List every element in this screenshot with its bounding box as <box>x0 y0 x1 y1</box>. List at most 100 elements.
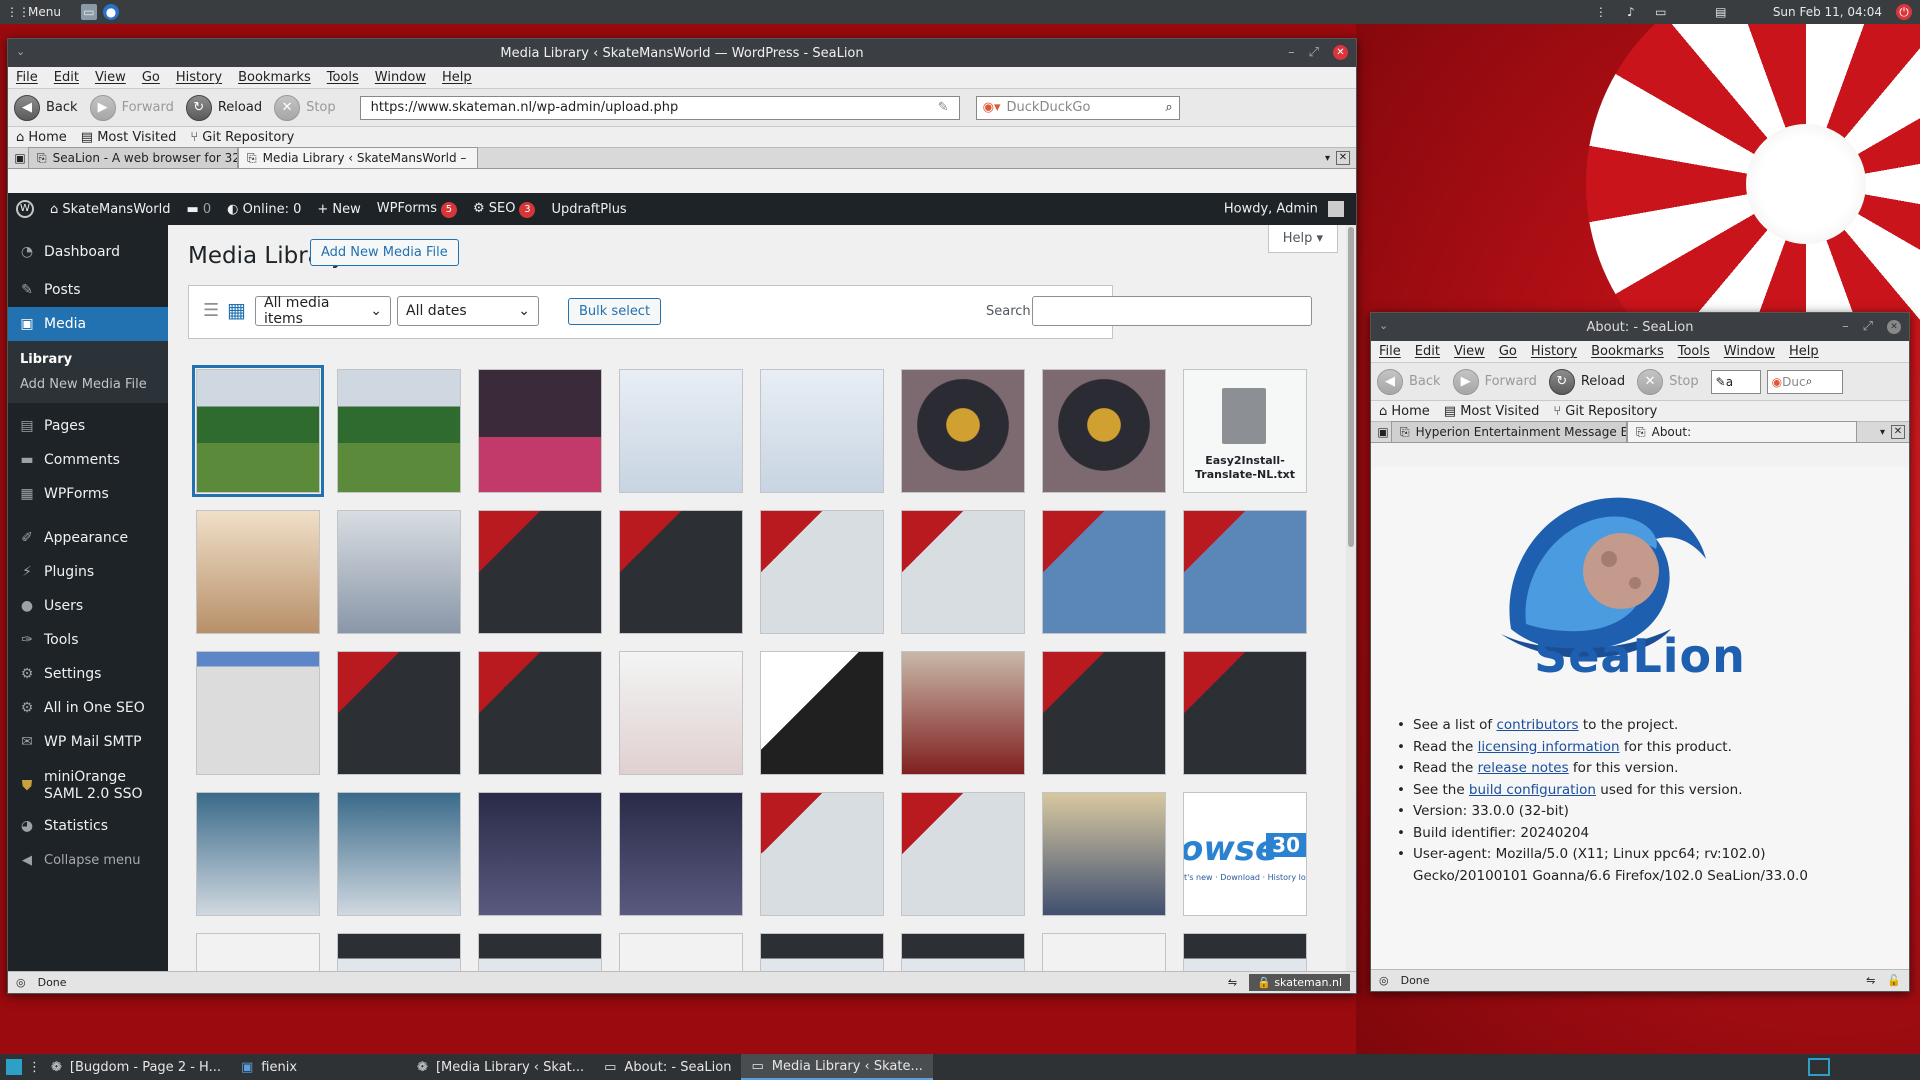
sidebar-item-aioseo[interactable]: ⚙ All in One SEO <box>8 691 168 725</box>
media-thumbnail[interactable] <box>619 651 743 775</box>
tab-sealion[interactable]: ⎘ SeaLion - A web browser for 32-bit P <box>28 147 238 168</box>
tab-list-chevron-icon[interactable]: ▾ <box>1880 427 1885 438</box>
sidebar-item-users[interactable]: ● Users <box>8 589 168 623</box>
scrollbar[interactable] <box>1346 225 1356 971</box>
stop-button[interactable]: ✕ Stop <box>274 94 342 121</box>
list-view-icon[interactable]: ☰ <box>203 300 219 321</box>
media-thumbnail[interactable] <box>478 369 602 493</box>
about-titlebar[interactable]: ⌄ About: - SeaLion – ⤢ ✕ <box>1371 313 1909 341</box>
notification-icon[interactable]: ▤ <box>1713 4 1729 20</box>
media-thumbnail[interactable] <box>619 792 743 916</box>
media-thumbnail[interactable] <box>619 933 743 971</box>
search-bar[interactable]: ◉▾ DuckDuckGo ⌕ <box>975 95 1180 120</box>
volume-icon[interactable]: ♪ <box>1623 4 1639 20</box>
adminbar-seo[interactable]: ⚙ SEO 3 <box>473 201 536 218</box>
submenu-add-new[interactable]: Add New Media File <box>8 372 168 397</box>
menu-file[interactable]: File <box>16 70 38 85</box>
media-thumbnail[interactable] <box>1042 369 1166 493</box>
bookmark-git-repository[interactable]: ⑂ Git Repository <box>1553 404 1657 419</box>
media-thumbnail[interactable] <box>901 369 1025 493</box>
sidebar-item-posts[interactable]: ✎ Posts <box>8 273 168 307</box>
media-thumbnail[interactable] <box>760 510 884 634</box>
menu-label[interactable]: Menu <box>28 5 61 19</box>
media-type-filter[interactable]: All media items ⌄ <box>255 295 391 327</box>
about-search-bar[interactable]: ◉ Duc ⌕ <box>1766 369 1843 394</box>
scrollbar-thumb[interactable] <box>1348 227 1354 547</box>
bookmark-git-repository[interactable]: ⑂ Git Repository <box>190 130 294 145</box>
collapse-menu[interactable]: ◀ Collapse menu <box>8 843 168 877</box>
grid-view-icon[interactable]: ▦ <box>227 298 246 322</box>
media-thumbnail[interactable] <box>901 510 1025 634</box>
bookmark-home[interactable]: ⌂ Home <box>1379 404 1430 419</box>
media-thumbnail[interactable] <box>1183 933 1307 971</box>
tab-hyperion[interactable]: ⎘ Hyperion Entertainment Message E <box>1391 421 1627 442</box>
window-menu-chevron-icon[interactable]: ⌄ <box>1379 319 1388 332</box>
menu-view[interactable]: View <box>1454 344 1485 359</box>
media-thumbnail[interactable] <box>760 369 884 493</box>
adminbar-howdy[interactable]: Howdy, Admin <box>1224 201 1344 217</box>
media-thumbnail[interactable] <box>1042 792 1166 916</box>
media-thumbnail[interactable] <box>196 651 320 775</box>
about-link[interactable]: release notes <box>1478 760 1569 776</box>
taskbar-item-about[interactable]: ▭ About: - SeaLion <box>594 1054 741 1080</box>
date-filter[interactable]: All dates ⌄ <box>397 296 539 326</box>
adminbar-comments[interactable]: ▬ 0 <box>186 202 211 217</box>
power-icon[interactable]: ⏻ <box>1896 4 1912 20</box>
about-url-bar[interactable]: ✎ a <box>1710 369 1761 394</box>
adminbar-online[interactable]: ◐ Online: 0 <box>227 202 301 217</box>
tab-about[interactable]: ⎘ About: <box>1627 421 1857 442</box>
taskbar-item-bugdom[interactable]: ❁ [Bugdom - Page 2 - H... <box>41 1054 231 1080</box>
media-thumbnail[interactable] <box>337 369 461 493</box>
sidebar-item-dashboard[interactable]: ◔ Dashboard <box>8 235 168 269</box>
media-thumbnail[interactable] <box>619 510 743 634</box>
adminbar-updraftplus[interactable]: UpdraftPlus <box>551 202 626 217</box>
media-thumbnail[interactable] <box>337 510 461 634</box>
sidebar-item-plugins[interactable]: ⚡ Plugins <box>8 555 168 589</box>
taskbar-item-media-library[interactable]: ▭ Media Library ‹ Skate... <box>741 1054 933 1080</box>
sidebar-item-wpforms[interactable]: ▦ WPForms <box>8 477 168 511</box>
forward-button[interactable]: ▶ Forward <box>89 94 180 121</box>
menu-go[interactable]: Go <box>1499 344 1517 359</box>
new-tab-icon[interactable]: ▣ <box>1375 424 1391 440</box>
about-link[interactable]: contributors <box>1496 717 1578 733</box>
new-tab-icon[interactable]: ▣ <box>12 150 28 166</box>
help-button[interactable]: Help ▾ <box>1267 225 1338 253</box>
tab-close-icon[interactable]: ✕ <box>1891 425 1905 439</box>
menu-tools[interactable]: Tools <box>327 70 359 85</box>
maximize-icon[interactable]: ⤢ <box>1863 319 1873 334</box>
sidebar-item-statistics[interactable]: ◕ Statistics <box>8 809 168 843</box>
menu-edit[interactable]: Edit <box>1415 344 1440 359</box>
menu-view[interactable]: View <box>95 70 126 85</box>
media-thumbnail[interactable] <box>1042 933 1166 971</box>
maximize-icon[interactable]: ⤢ <box>1309 45 1319 60</box>
submenu-library[interactable]: Library <box>8 347 168 372</box>
back-button[interactable]: ◀ Back <box>14 94 84 121</box>
reload-button[interactable]: ↻ Reload <box>185 94 268 121</box>
media-thumbnail[interactable] <box>1042 510 1166 634</box>
about-link[interactable]: licensing information <box>1478 739 1620 755</box>
media-thumbnail[interactable] <box>192 365 324 497</box>
taskbar-item-media-library-old[interactable]: ❁ [Media Library ‹ Skat... <box>407 1054 594 1080</box>
media-thumbnail[interactable] <box>901 651 1025 775</box>
close-icon[interactable]: ✕ <box>1333 45 1348 60</box>
media-thumbnail[interactable]: Easy2Install-Translate-NL.txt <box>1183 369 1307 493</box>
forward-button[interactable]: ▶ Forward <box>1452 368 1543 395</box>
about-link[interactable]: build configuration <box>1469 782 1596 798</box>
menu-history[interactable]: History <box>176 70 222 85</box>
minimize-icon[interactable]: – <box>1288 45 1295 60</box>
minimize-icon[interactable]: – <box>1842 319 1849 334</box>
menu-window[interactable]: Window <box>1724 344 1775 359</box>
duckduckgo-icon[interactable]: ◉▾ <box>983 100 1001 115</box>
menu-edit[interactable]: Edit <box>54 70 79 85</box>
clock[interactable]: Sun Feb 11, 04:04 <box>1773 5 1882 19</box>
tab-media-library[interactable]: ⎘ Media Library ‹ SkateMansWorld – <box>238 147 478 168</box>
wordpress-logo-icon[interactable]: W <box>16 200 34 218</box>
menu-bookmarks[interactable]: Bookmarks <box>1591 344 1664 359</box>
bulk-select-button[interactable]: Bulk select <box>568 298 662 325</box>
media-thumbnail[interactable] <box>760 792 884 916</box>
sidebar-item-media[interactable]: ▣ Media <box>8 307 168 341</box>
media-thumbnail[interactable] <box>901 792 1025 916</box>
tab-close-icon[interactable]: ✕ <box>1336 151 1350 165</box>
bookmark-home[interactable]: ⌂ Home <box>16 130 67 145</box>
vertical-dots-icon[interactable]: ⋮ <box>1593 4 1609 20</box>
